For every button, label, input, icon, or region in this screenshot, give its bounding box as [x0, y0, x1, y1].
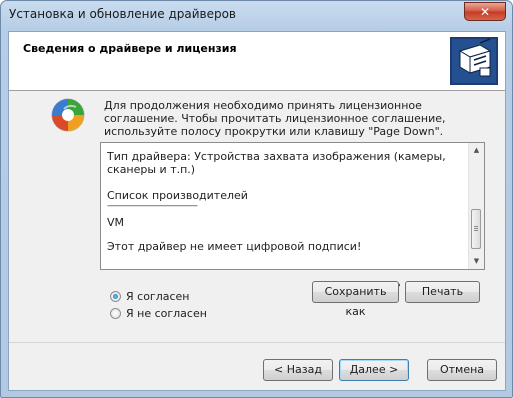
- scroll-thumb[interactable]: [471, 209, 481, 249]
- instruction-text: Для продолжения необходимо принять лицен…: [104, 99, 446, 138]
- license-textbox[interactable]: Тип драйвера: Устройства захвата изображ…: [100, 142, 485, 270]
- decline-radio[interactable]: [110, 308, 121, 319]
- accept-label[interactable]: Я согласен: [126, 290, 189, 303]
- unsigned-driver-warning: Этот драйвер не имеет цифровой подписи!: [107, 240, 362, 253]
- footer-divider: [9, 342, 505, 343]
- back-button[interactable]: < Назад: [263, 359, 333, 381]
- save-as-button[interactable]: Сохранить как: [312, 281, 399, 318]
- next-button[interactable]: Далее >: [339, 359, 409, 381]
- license-content: Тип драйвера: Устройства захвата изображ…: [107, 150, 467, 253]
- cancel-button[interactable]: Отмена: [427, 359, 497, 381]
- print-button[interactable]: Печать: [405, 281, 480, 303]
- page-title: Сведения о драйвере и лицензия: [23, 42, 237, 55]
- scroll-down-arrow-icon[interactable]: ▼: [469, 254, 484, 269]
- scroll-up-arrow-icon[interactable]: ▲: [469, 143, 484, 158]
- title-bar[interactable]: Установка и обновление драйверов ✕: [1, 1, 512, 29]
- hardware-driver-icon: [450, 37, 498, 85]
- wizard-header: Сведения о драйвере и лицензия: [9, 32, 505, 91]
- license-scrollbar[interactable]: ▲ ▼: [468, 143, 484, 269]
- accept-radio[interactable]: [110, 291, 121, 302]
- installer-window: Установка и обновление драйверов ✕ Сведе…: [0, 0, 513, 398]
- window-title: Установка и обновление драйверов: [9, 7, 236, 21]
- separator-line: ----------------------------------------: [107, 201, 198, 211]
- manufacturer-name: VM: [107, 216, 125, 229]
- wizard-page: Сведения о драйвере и лицензия Для продо…: [8, 31, 506, 391]
- close-button[interactable]: ✕: [464, 2, 506, 21]
- driver-install-wizard-icon: [51, 98, 85, 132]
- driver-type-text: Тип драйвера: Устройства захвата изображ…: [107, 150, 446, 176]
- decline-label[interactable]: Я не согласен: [126, 307, 207, 320]
- close-icon: ✕: [479, 5, 491, 19]
